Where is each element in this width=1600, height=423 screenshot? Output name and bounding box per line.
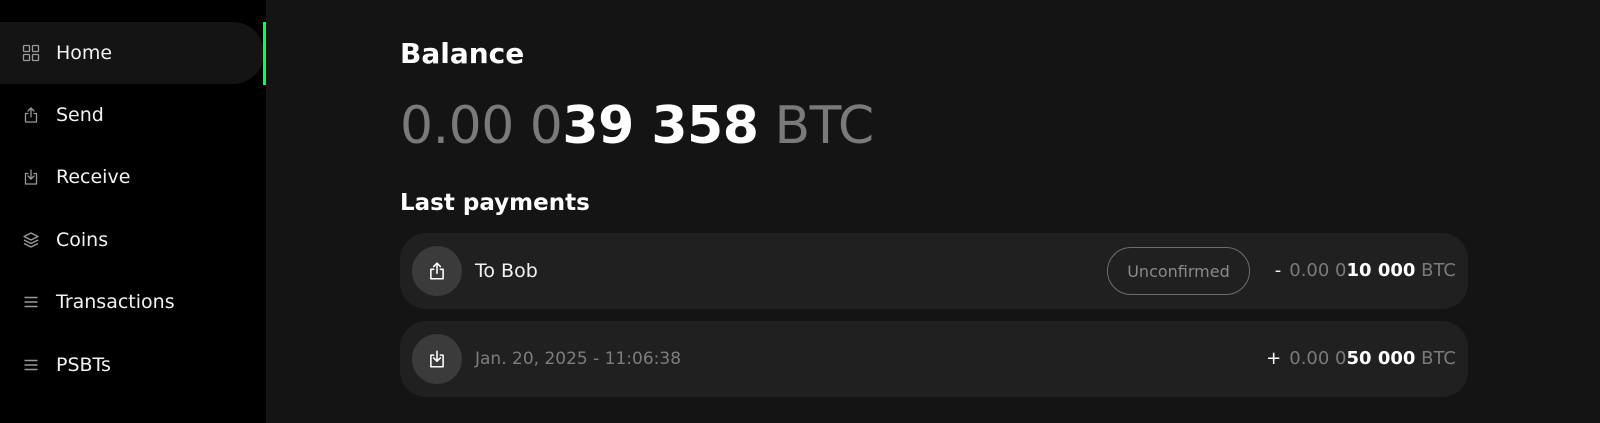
sidebar-item-label: Home	[56, 42, 113, 64]
balance-amount: 0.00 039 358 BTC	[400, 100, 874, 152]
amount-sign: -	[1274, 260, 1282, 281]
sidebar-item-home[interactable]: Home	[0, 22, 264, 84]
sidebar-item-send[interactable]: Send	[0, 84, 264, 146]
payment-timestamp: Jan. 20, 2025 - 11:06:38	[475, 349, 682, 369]
status-badge: Unconfirmed	[1107, 247, 1250, 295]
receive-icon	[22, 168, 40, 186]
payment-row[interactable]: To Bob Unconfirmed -0.00 010 000 BTC	[400, 233, 1468, 309]
amount-unit: BTC	[1421, 260, 1456, 281]
amount-sign: +	[1266, 348, 1282, 369]
sidebar: Home Send Receive Coins Transactions PSB…	[0, 0, 266, 423]
amount-dim-digits: 0.00 0	[1289, 260, 1347, 281]
sidebar-item-label: Receive	[56, 166, 131, 188]
active-indicator	[263, 22, 266, 85]
payment-amount: -0.00 010 000 BTC	[1275, 233, 1456, 309]
list-icon	[22, 293, 40, 311]
sidebar-item-receive[interactable]: Receive	[0, 146, 264, 208]
amount-bold-digits: 10 000	[1346, 260, 1416, 281]
send-icon	[412, 246, 462, 296]
balance-dim-digits: 0.00 0	[400, 96, 563, 156]
amount-bold-digits: 50 000	[1346, 348, 1416, 369]
receive-icon	[412, 334, 462, 384]
amount-dim-digits: 0.00 0	[1289, 348, 1347, 369]
sidebar-item-label: Coins	[56, 229, 109, 251]
amount-unit: BTC	[1421, 348, 1456, 369]
list-icon	[22, 356, 40, 374]
payment-label: To Bob	[475, 260, 538, 282]
page-title: Balance	[400, 37, 525, 70]
sidebar-item-label: Transactions	[56, 291, 175, 313]
grid-icon	[22, 44, 40, 62]
sidebar-item-label: PSBTs	[56, 354, 111, 376]
sidebar-item-coins[interactable]: Coins	[0, 209, 264, 271]
sidebar-item-transactions[interactable]: Transactions	[0, 271, 264, 333]
layers-icon	[22, 231, 40, 249]
balance-bold-digits: 39 358	[562, 96, 759, 156]
send-icon	[22, 106, 40, 124]
section-title: Last payments	[400, 190, 590, 216]
payment-row[interactable]: Jan. 20, 2025 - 11:06:38 +0.00 050 000 B…	[400, 321, 1468, 397]
balance-unit: BTC	[774, 96, 874, 156]
payment-amount: +0.00 050 000 BTC	[1266, 321, 1456, 397]
sidebar-item-psbts[interactable]: PSBTs	[0, 334, 264, 396]
sidebar-item-label: Send	[56, 104, 104, 126]
